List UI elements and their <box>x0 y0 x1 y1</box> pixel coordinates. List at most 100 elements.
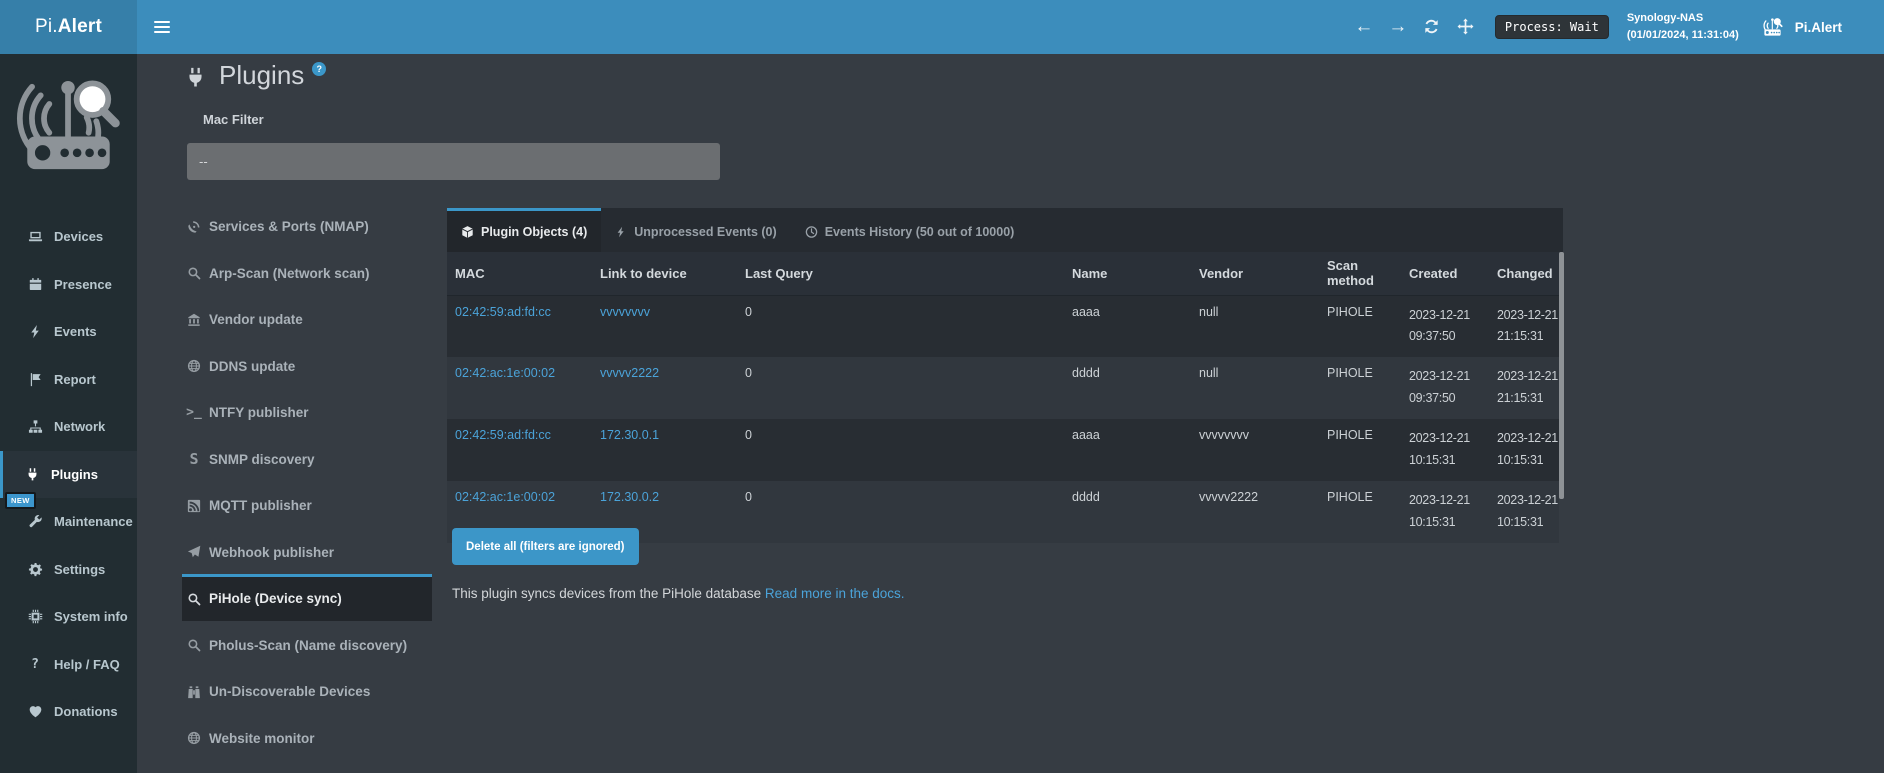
plugin-nav-label: SNMP discovery <box>209 452 315 467</box>
delete-all-button[interactable]: Delete all (filters are ignored) <box>452 528 639 565</box>
plugin-nav-label: Un-Discoverable Devices <box>209 684 370 699</box>
mac-filter-input[interactable] <box>187 143 720 180</box>
sidebar-item-label: Network <box>54 419 105 434</box>
mac-link[interactable]: 02:42:59:ad:fd:cc <box>455 428 551 442</box>
top-navbar: Pi.Alert ← → Process: Wait Synology-NAS … <box>0 0 1884 54</box>
chip-icon <box>27 609 43 625</box>
last-query-cell: 0 <box>737 419 1064 481</box>
sidebar-item-label: System info <box>54 609 128 624</box>
mac-link[interactable]: 02:42:ac:1e:00:02 <box>455 490 555 504</box>
search-icon <box>186 265 202 281</box>
vendor-cell: null <box>1191 357 1319 419</box>
plugin-nav-item-website-monitor[interactable]: Website monitor <box>182 714 432 761</box>
last-query-cell: 0 <box>737 357 1064 419</box>
tab-events-history[interactable]: Events History (50 out of 10000) <box>791 208 1029 252</box>
page-title: Plugins ? <box>184 60 326 91</box>
pialert-logo-image <box>11 62 126 190</box>
device-link[interactable]: 172.30.0.1 <box>600 428 659 442</box>
name-cell: aaaa <box>1064 295 1191 357</box>
forward-arrow-icon[interactable]: → <box>1381 0 1415 54</box>
tab-unprocessed-events[interactable]: Unprocessed Events (0) <box>601 208 790 252</box>
scan-method-cell: PIHOLE <box>1319 357 1401 419</box>
sidebar-item-label: Report <box>54 372 96 387</box>
sidebar: Devices Presence Events Report Network P… <box>0 54 137 773</box>
sidebar-item-help-faq[interactable]: ? Help / FAQ <box>0 641 137 689</box>
globe-icon <box>186 730 202 746</box>
created-cell: 2023-12-2110:15:31 <box>1401 481 1489 543</box>
plugin-nav-item-ntfy[interactable]: >_ NTFY publisher <box>182 388 432 435</box>
sitemap-icon <box>27 419 43 435</box>
sidebar-item-donations[interactable]: Donations <box>0 688 137 736</box>
heart-icon <box>27 704 43 720</box>
col-header-last-query: Last Query <box>737 252 1064 295</box>
scan-method-cell: PIHOLE <box>1319 295 1401 357</box>
search-icon <box>186 637 202 653</box>
table-scrollbar[interactable] <box>1559 252 1564 499</box>
name-cell: aaaa <box>1064 419 1191 481</box>
device-link[interactable]: vvvvv2222 <box>600 366 659 380</box>
name-cell: dddd <box>1064 481 1191 543</box>
pialert-app: Pi.Alert ← → Process: Wait Synology-NAS … <box>0 0 1884 773</box>
sidebar-item-label: Maintenance <box>54 514 133 529</box>
sidebar-toggle-button[interactable] <box>139 0 185 54</box>
created-cell: 2023-12-2109:37:50 <box>1401 295 1489 357</box>
plugin-nav-item-arpscan[interactable]: Arp-Scan (Network scan) <box>182 249 432 296</box>
bank-icon <box>186 312 202 328</box>
plugin-nav-item-snmp[interactable]: S SNMP discovery <box>182 435 432 482</box>
plugin-description: This plugin syncs devices from the PiHol… <box>452 586 905 601</box>
sidebar-item-label: Devices <box>54 229 103 244</box>
col-header-changed: Changed <box>1489 252 1559 295</box>
tab-label: Unprocessed Events (0) <box>634 225 776 239</box>
plugin-nav-item-ddns[interactable]: DDNS update <box>182 342 432 389</box>
wrench-icon <box>27 514 43 530</box>
move-icon[interactable] <box>1449 0 1483 54</box>
calendar-icon <box>27 276 43 292</box>
tab-plugin-objects[interactable]: Plugin Objects (4) <box>447 208 601 252</box>
scan-method-cell: PIHOLE <box>1319 419 1401 481</box>
name-cell: dddd <box>1064 357 1191 419</box>
plugin-nav-item-vendor-update[interactable]: Vendor update <box>182 295 432 342</box>
plugin-nav-item-webhook[interactable]: Webhook publisher <box>182 528 432 575</box>
plugin-nav-item-nmap[interactable]: Services & Ports (NMAP) <box>182 202 432 249</box>
read-more-link[interactable]: Read more in the docs. <box>765 586 905 601</box>
sidebar-item-devices[interactable]: Devices <box>0 213 137 261</box>
flag-icon <box>27 371 43 387</box>
tab-bar: Plugin Objects (4) Unprocessed Events (0… <box>447 208 1563 252</box>
mac-link[interactable]: 02:42:ac:1e:00:02 <box>455 366 555 380</box>
back-arrow-icon[interactable]: ← <box>1347 0 1381 54</box>
sidebar-item-network[interactable]: Network <box>0 403 137 451</box>
router-scan-icon <box>1759 15 1786 39</box>
sidebar-item-presence[interactable]: Presence <box>0 261 137 309</box>
plugin-nav-item-undiscoverable[interactable]: Un-Discoverable Devices <box>182 667 432 714</box>
sidebar-item-plugins[interactable]: Plugins <box>0 451 137 499</box>
search-icon <box>186 591 202 607</box>
sidebar-item-label: Donations <box>54 704 118 719</box>
plugin-nav-label: Website monitor <box>209 731 315 746</box>
sidebar-item-events[interactable]: Events <box>0 308 137 356</box>
device-link[interactable]: 172.30.0.2 <box>600 490 659 504</box>
plugin-nav-item-pihole[interactable]: PiHole (Device sync) <box>182 574 432 621</box>
device-link[interactable]: vvvvvvvv <box>600 305 650 319</box>
new-feature-badge: NEW <box>5 492 36 509</box>
plugin-nav-label: Webhook publisher <box>209 545 334 560</box>
bolt-icon <box>27 324 43 340</box>
vendor-cell: vvvvv2222 <box>1191 481 1319 543</box>
brand-prefix: Pi. <box>35 16 58 38</box>
plugin-nav-item-mqtt[interactable]: MQTT publisher <box>182 481 432 528</box>
col-header-vendor: Vendor <box>1191 252 1319 295</box>
refresh-icon[interactable] <box>1415 0 1449 54</box>
mac-link[interactable]: 02:42:59:ad:fd:cc <box>455 305 551 319</box>
laptop-icon <box>27 229 43 245</box>
plug-icon <box>184 66 207 89</box>
sidebar-item-system-info[interactable]: System info <box>0 593 137 641</box>
plugin-nav-item-pholus[interactable]: Pholus-Scan (Name discovery) <box>182 621 432 668</box>
page-title-text: Plugins <box>219 60 304 91</box>
last-query-cell: 0 <box>737 481 1064 543</box>
sidebar-item-settings[interactable]: Settings <box>0 546 137 594</box>
plugin-nav-label: Services & Ports (NMAP) <box>209 219 369 234</box>
changed-cell: 2023-12-2110:15:31 <box>1489 419 1559 481</box>
brand-logo[interactable]: Pi.Alert <box>0 0 137 54</box>
host-info: Synology-NAS (01/01/2024, 11:31:04) <box>1627 10 1739 44</box>
help-badge[interactable]: ? <box>312 62 326 76</box>
sidebar-item-report[interactable]: Report <box>0 356 137 404</box>
